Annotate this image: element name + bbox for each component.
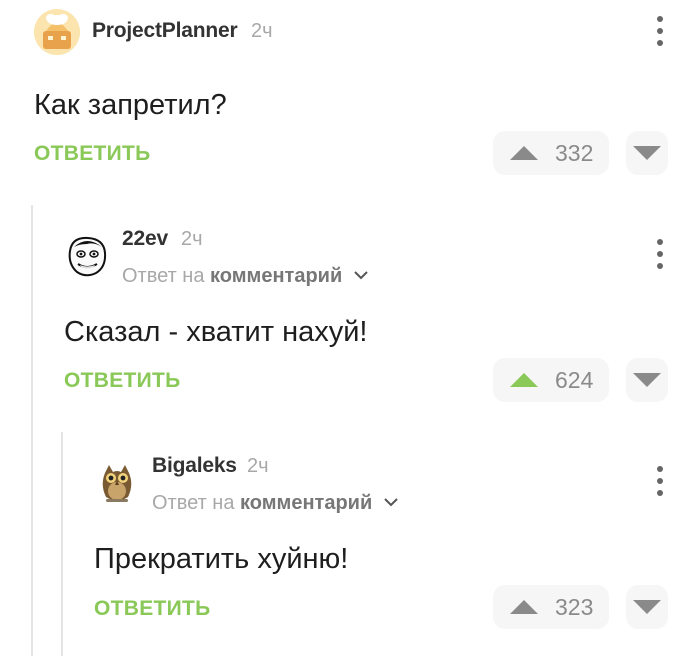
upvote-button[interactable]: 323 [493,585,609,629]
rating-count: 323 [555,593,594,620]
comment-text: Прекратить хуйню! [94,543,349,575]
reply-to-comment[interactable]: комментарий [240,492,372,514]
more-options-icon[interactable] [655,466,665,496]
chevron-down-icon [384,498,398,507]
comment: Bigaleks 2ч Ответ на комментарий Прекрат… [0,0,700,656]
reply-to-link[interactable]: Ответ на комментарий [152,492,398,515]
username[interactable]: Bigaleks [152,454,237,478]
avatar[interactable] [94,459,140,505]
downvote-arrow-icon [633,600,661,614]
reply-to-prefix: Ответ на [152,492,235,514]
downvote-button[interactable] [626,585,668,629]
reply-button[interactable]: ОТВЕТИТЬ [94,597,211,621]
comment-time: 2ч [247,455,269,477]
upvote-arrow-icon [510,600,538,614]
